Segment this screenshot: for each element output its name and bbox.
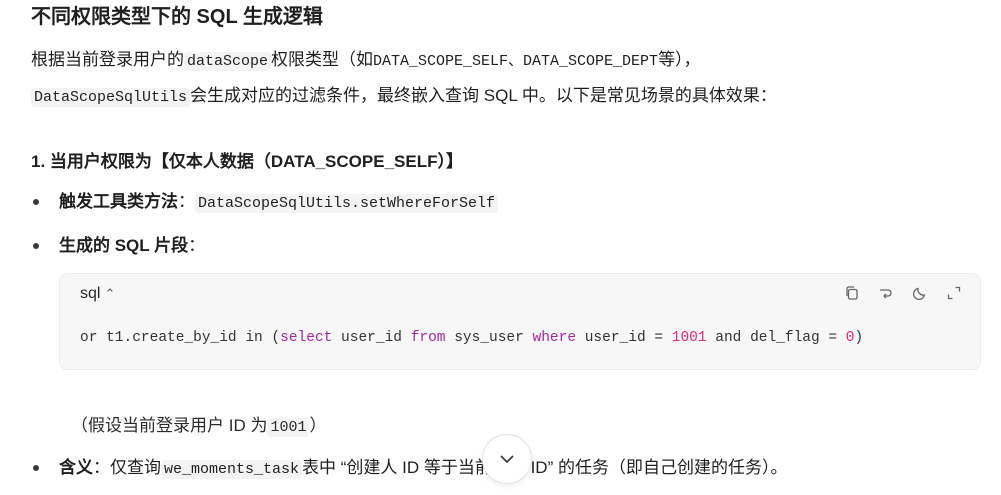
theme-icon[interactable] bbox=[910, 283, 930, 303]
code-toolbar bbox=[842, 283, 964, 303]
wrap-icon[interactable] bbox=[876, 283, 896, 303]
inline-code: we_moments_task bbox=[161, 460, 303, 479]
list-item-sql: 生成的 SQL 片段： bbox=[59, 236, 206, 255]
inline-code: DataScopeSqlUtils bbox=[31, 88, 191, 107]
code-line: or t1.create_by_id in (select user_id fr… bbox=[80, 330, 864, 346]
code-language-toggle[interactable]: sql ⌃ bbox=[80, 285, 115, 303]
code-block: sql ⌃ or t1.create_by_id in (select user_… bbox=[59, 273, 981, 370]
scroll-down-button[interactable] bbox=[482, 434, 532, 484]
assumption-note: （假设当前登录用户 ID 为 1001） bbox=[71, 416, 327, 437]
expand-icon[interactable] bbox=[944, 283, 964, 303]
bullet-dot bbox=[33, 199, 39, 205]
section-heading: 不同权限类型下的 SQL 生成逻辑 bbox=[31, 6, 323, 28]
list-item-meaning: 含义：仅查询 we_moments_task 表中 “创建人 ID 等于当前用户 I… bbox=[59, 458, 788, 479]
bullet-dot bbox=[33, 243, 39, 249]
inline-code: dataScope bbox=[184, 52, 272, 71]
intro-line-1: 根据当前登录用户的 dataScope 权限类型（如DATA_SCOPE_SELF、… bbox=[31, 50, 701, 71]
inline-code: 1001 bbox=[267, 418, 310, 437]
inline-code: DataScopeSqlUtils.setWhereForSelf bbox=[195, 194, 499, 213]
list-item-method: 触发工具类方法： DataScopeSqlUtils.setWhereForSel… bbox=[59, 190, 499, 216]
chevron-down-icon bbox=[500, 455, 514, 464]
inline-code: DATA_SCOPE_SELF、DATA_SCOPE_DEPT bbox=[373, 53, 659, 70]
intro-line-2: DataScopeSqlUtils 会生成对应的过滤条件，最终嵌入查询 SQL 中… bbox=[31, 84, 777, 110]
bullet-dot bbox=[33, 465, 39, 471]
subsection-title: 1. 当用户权限为【仅本人数据（DATA_SCOPE_SELF）】 bbox=[31, 152, 463, 171]
copy-icon[interactable] bbox=[842, 283, 862, 303]
chevron-up-icon: ⌃ bbox=[104, 286, 116, 301]
